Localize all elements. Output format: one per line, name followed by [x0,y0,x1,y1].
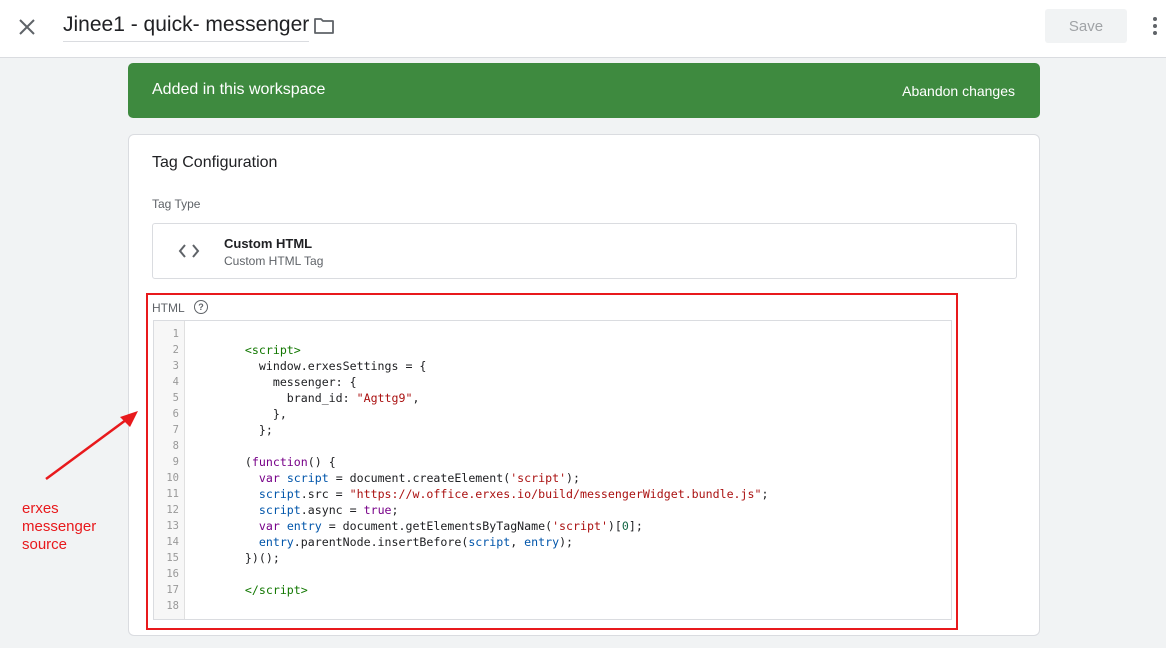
code-line: 5 brand_id: "Agttg9", [154,390,951,406]
code-line: 1 [154,326,951,342]
line-number: 1 [172,328,179,340]
line-number: 15 [166,552,179,564]
tag-name-input[interactable]: Jinee1 - quick- messenger [63,13,310,42]
code-line: 14 entry.parentNode.insertBefore(script,… [154,534,951,550]
code-line: 3 window.erxesSettings = { [154,358,951,374]
code-line: 8 [154,438,951,454]
folder-icon [314,18,334,34]
line-number: 4 [172,376,179,388]
code-brackets-icon [178,244,200,258]
code-line: 16 [154,566,951,582]
code-line: 10 var script = document.createElement('… [154,470,951,486]
tag-type-label: Tag Type [152,197,201,211]
save-button[interactable]: Save [1045,9,1127,43]
code-line: 15 })(); [154,550,951,566]
tag-type-description: Custom HTML Tag [224,254,324,268]
code-line: 18 [154,598,951,614]
folder-button[interactable] [313,16,337,38]
editor-header: Jinee1 - quick- messenger Save [0,0,1166,58]
card-title: Tag Configuration [152,154,278,171]
annotation-label: erxes messenger source [22,500,97,553]
line-number: 5 [172,392,179,404]
tag-type-name: Custom HTML [224,236,313,251]
more-options-button[interactable] [1147,14,1163,40]
code-line: 11 script.src = "https://w.office.erxes.… [154,486,951,502]
more-vert-icon [1153,17,1157,21]
line-number: 9 [172,456,179,468]
code-line: 12 script.async = true; [154,502,951,518]
code-line: 17 </script> [154,582,951,598]
html-code-editor[interactable]: 1 2 <script> 3 window.erxesSettings = { … [153,320,952,620]
code-line: 4 messenger: { [154,374,951,390]
line-number: 10 [166,472,179,484]
line-number: 12 [166,504,179,516]
line-number: 2 [172,344,179,356]
line-number: 11 [166,488,179,500]
line-number: 16 [166,568,179,580]
line-number: 3 [172,360,179,372]
line-number: 14 [166,536,179,548]
close-button[interactable] [14,14,40,40]
close-icon [19,19,35,35]
line-number: 18 [166,600,179,612]
code-line: 6 }, [154,406,951,422]
tag-type-selector[interactable]: Custom HTML Custom HTML Tag [152,223,1017,279]
line-number: 13 [166,520,179,532]
line-number: 17 [166,584,179,596]
help-icon[interactable]: ? [194,300,208,314]
code-line: 9 (function() { [154,454,951,470]
abandon-changes-link[interactable]: Abandon changes [902,83,1015,99]
line-number: 8 [172,440,179,452]
line-number: 7 [172,424,179,436]
line-number: 6 [172,408,179,420]
html-field-label: HTML [152,301,185,315]
code-line: 13 var entry = document.getElementsByTag… [154,518,951,534]
workspace-status-banner: Added in this workspace Abandon changes [128,63,1040,118]
code-line: 2 <script> [154,342,951,358]
code-line: 7 }; [154,422,951,438]
tag-configuration-card: Tag Configuration Tag Type Custom HTML C… [128,134,1040,636]
workspace-status-text: Added in this workspace [152,81,326,98]
